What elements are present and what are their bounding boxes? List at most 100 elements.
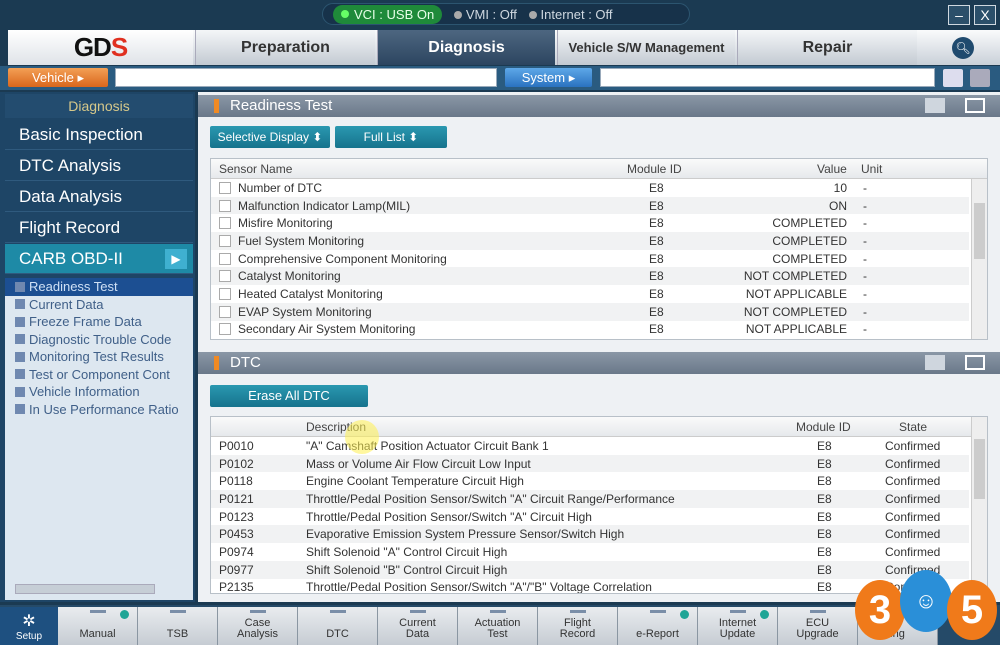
minimize-button[interactable]: – [948, 5, 970, 25]
tab-diagnosis[interactable]: Diagnosis [377, 30, 555, 65]
sidebar-item-flight-record[interactable]: Flight Record [5, 213, 193, 243]
full-list-dropdown[interactable]: Full List ⬍ [335, 126, 447, 148]
erase-all-dtc-button[interactable]: Erase All DTC [210, 385, 368, 407]
vehicle-field[interactable] [115, 68, 497, 87]
row-checkbox[interactable] [219, 323, 231, 336]
export-icon[interactable] [925, 98, 945, 113]
tab-repair[interactable]: Repair [737, 30, 917, 65]
submenu-item[interactable]: In Use Performance Ratio [5, 401, 193, 419]
maximize-icon[interactable] [965, 98, 985, 113]
sidebar-item-carb-obd-ii[interactable]: CARB OBD-II ▶ [5, 244, 193, 274]
row-checkbox[interactable] [219, 252, 231, 265]
table-row[interactable]: Number of DTC E8 10 - [211, 179, 969, 197]
dtc-code: P0974 [219, 544, 254, 559]
selective-display-dropdown[interactable]: Selective Display ⬍ [210, 126, 330, 148]
table-row[interactable]: P0123 Throttle/Pedal Position Sensor/Swit… [211, 508, 969, 526]
row-checkbox[interactable] [219, 287, 231, 300]
row-checkbox[interactable] [219, 270, 231, 283]
submenu-item[interactable]: Current Data [5, 296, 193, 314]
toolbar-button[interactable]: Actuation Test [458, 607, 538, 645]
module-id: E8 [649, 286, 664, 301]
toolbar-label: Manual [79, 628, 116, 640]
toolbar-button[interactable]: DTC [298, 607, 378, 645]
module-id: E8 [817, 527, 832, 542]
table-row[interactable]: Catalyst Monitoring E8 NOT COMPLETED - [211, 267, 969, 286]
camera-icon[interactable] [943, 69, 963, 87]
table-row[interactable]: P0102 Mass or Volume Air Flow Circuit Low… [211, 454, 969, 473]
sensor-value: NOT COMPLETED [743, 269, 847, 284]
readiness-test-header: Readiness Test [198, 95, 1000, 117]
dtc-state: Confirmed [885, 474, 941, 489]
dtc-code: P0102 [219, 456, 254, 471]
row-checkbox[interactable] [219, 217, 231, 230]
table-row[interactable]: P0010 "A" Camshaft Position Actuator Circ… [211, 437, 969, 455]
tab-vehicle-sw-management[interactable]: Vehicle S/W Management [557, 30, 735, 65]
col-sensor-name: Sensor Name [219, 161, 293, 176]
submenu-item[interactable]: Vehicle Information [5, 383, 193, 401]
submenu-item[interactable]: Monitoring Test Results [5, 348, 193, 366]
col-module-id: Module ID [627, 161, 682, 176]
row-checkbox[interactable] [219, 181, 231, 194]
col-state: State [899, 419, 928, 434]
table-row[interactable]: P0974 Shift Solenoid "A" Control Circuit … [211, 543, 969, 561]
setup-button[interactable]: ✲ Setup [0, 607, 58, 645]
section-marker-icon [214, 356, 219, 370]
toolbar-button[interactable]: Manual [58, 607, 138, 645]
table-row[interactable]: P0118 Engine Coolant Temperature Circuit … [211, 472, 969, 490]
page-icon [15, 386, 25, 397]
table-row[interactable]: EVAP System Monitoring E8 NOT COMPLETED - [211, 302, 969, 321]
readiness-scrollbar[interactable] [971, 179, 987, 339]
table-row[interactable]: Fuel System Monitoring E8 COMPLETED - [211, 232, 969, 250]
vci-led-icon [341, 10, 349, 18]
table-row[interactable]: P0453 Evaporative Emission System Pressur… [211, 525, 969, 544]
section-title: DTC [230, 354, 261, 371]
submenu-label: Current Data [29, 296, 104, 312]
search-icon[interactable]: 🔍︎ [952, 37, 974, 59]
toolbar-button[interactable]: ECU Upgrade [778, 607, 858, 645]
sensor-value: ON [829, 198, 847, 213]
toolbar-button[interactable]: TSB [138, 607, 218, 645]
module-id: E8 [817, 562, 832, 577]
sidebar-item-dtc-analysis[interactable]: DTC Analysis [5, 151, 193, 181]
tab-preparation[interactable]: Preparation [195, 30, 375, 65]
submenu-item[interactable]: Diagnostic Trouble Code [5, 331, 193, 349]
maximize-icon[interactable] [965, 355, 985, 370]
col-module-id: Module ID [796, 419, 851, 434]
close-button[interactable]: X [974, 5, 996, 25]
module-id: E8 [649, 233, 664, 248]
toolbar-button[interactable]: Case Analysis [218, 607, 298, 645]
table-row[interactable]: P0121 Throttle/Pedal Position Sensor/Swit… [211, 490, 969, 508]
module-id: E8 [649, 269, 664, 284]
toolbar-button[interactable]: Internet Update [698, 607, 778, 645]
module-id: E8 [649, 216, 664, 231]
submenu-label: Readiness Test [29, 279, 118, 295]
sidebar-scrollbar[interactable] [15, 584, 155, 594]
table-row[interactable]: Secondary Air System Monitoring E8 NOT APP… [211, 321, 969, 339]
submenu-item[interactable]: Readiness Test [5, 278, 193, 296]
toolbar-button[interactable]: e-Report [618, 607, 698, 645]
dtc-description: Mass or Volume Air Flow Circuit Low Inpu… [306, 456, 531, 471]
toolbar-label: Flight Record [559, 617, 596, 640]
system-button[interactable]: System ▸ [505, 68, 592, 87]
row-checkbox[interactable] [219, 234, 231, 247]
print-icon[interactable] [970, 69, 990, 87]
sidebar-item-data-analysis[interactable]: Data Analysis [5, 182, 193, 212]
table-header: Description Module ID State [211, 417, 987, 437]
sidebar-item-basic-inspection[interactable]: Basic Inspection [5, 120, 193, 150]
sensor-value: 10 [833, 180, 847, 195]
submenu-item[interactable]: Freeze Frame Data [5, 313, 193, 331]
row-checkbox[interactable] [219, 199, 231, 212]
sensor-name: EVAP System Monitoring [238, 304, 372, 319]
table-row[interactable]: Misfire Monitoring E8 COMPLETED - [211, 214, 969, 232]
table-row[interactable]: Heated Catalyst Monitoring E8 NOT APPLICAB… [211, 285, 969, 303]
vehicle-button[interactable]: Vehicle ▸ [8, 68, 108, 87]
system-field[interactable] [600, 68, 935, 87]
submenu-item[interactable]: Test or Component Cont [5, 366, 193, 384]
row-checkbox[interactable] [219, 305, 231, 318]
toolbar-label: e-Report [636, 628, 679, 640]
toolbar-button[interactable]: Current Data [378, 607, 458, 645]
toolbar-button[interactable]: Flight Record [538, 607, 618, 645]
table-row[interactable]: Comprehensive Component Monitoring E8 COMP… [211, 250, 969, 268]
export-icon[interactable] [925, 355, 945, 370]
table-row[interactable]: Malfunction Indicator Lamp(MIL) E8 ON - [211, 196, 969, 215]
